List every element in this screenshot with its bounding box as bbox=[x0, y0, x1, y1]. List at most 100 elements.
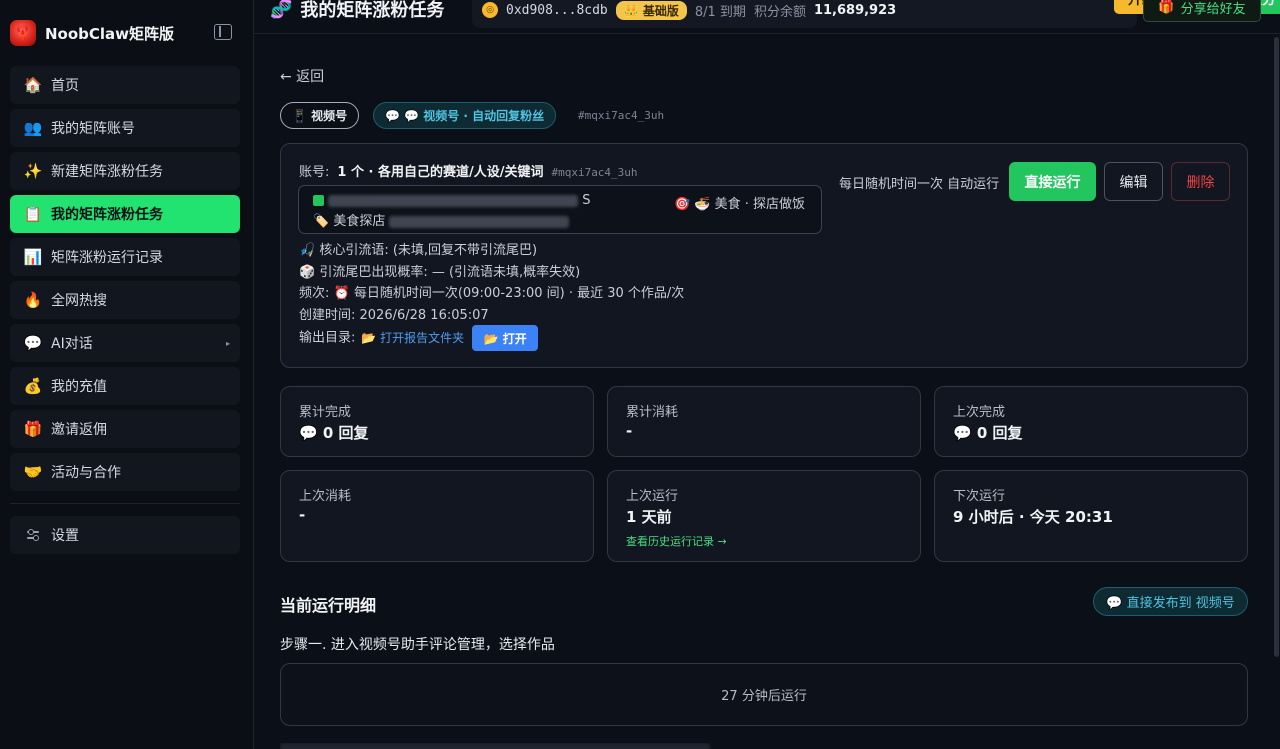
sidebar-item-label: 首页 bbox=[51, 78, 79, 94]
step-1-title: 步骤一. 进入视频号助手评论管理，选择作品 bbox=[280, 637, 555, 653]
sidebar-item-label: 邀请返佣 bbox=[51, 422, 107, 438]
stat-label: 上次完成 bbox=[953, 405, 1006, 420]
sidebar-item-label: 我的矩阵账号 bbox=[51, 121, 135, 137]
stat-last-run: 上次运行 1 天前 查看历史运行记录 → bbox=[607, 470, 921, 562]
stat-value: - bbox=[626, 422, 633, 440]
delete-button[interactable]: 删除 bbox=[1171, 162, 1230, 201]
chat-bubble-icon: 💬 bbox=[23, 334, 43, 352]
account-value: 1 个 · 各用自己的赛道/人设/关键词 bbox=[337, 165, 544, 180]
run-now-button[interactable]: 直接运行 bbox=[1009, 162, 1096, 201]
money-bag-icon: 💰 bbox=[23, 377, 43, 395]
created-time: 创建时间: 2026/6/28 16:05:07 bbox=[299, 308, 489, 323]
account-tags-redacted bbox=[389, 215, 570, 228]
account-name-row: S bbox=[313, 193, 591, 208]
stat-label: 上次运行 bbox=[626, 489, 679, 504]
gift-icon: 🎁 bbox=[23, 420, 43, 438]
sidebar-item-trending[interactable]: 🔥 全网热搜 bbox=[10, 281, 240, 319]
main-content: ← 返回 📱 视频号 💬 💬 视频号 · 自动回复粉丝 #mqxi7ac4_3u… bbox=[254, 35, 1280, 749]
plan-badge: 👑 基础版 bbox=[615, 0, 687, 20]
clipboard-icon: 📋 bbox=[23, 205, 43, 223]
stat-value: 💬 0 回复 bbox=[299, 424, 369, 442]
fire-icon: 🔥 bbox=[23, 291, 43, 309]
step-1-status-box: 27 分钟后运行 bbox=[280, 663, 1248, 726]
account-name-redacted bbox=[328, 194, 579, 207]
wallet-bar: ◎ 0xd908...8cdb 👑 基础版 8/1 到期 积分余额 11,689… bbox=[472, 0, 1280, 28]
output-dir-row: 输出目录: 📂 打开报告文件夹 📂 打开 bbox=[299, 325, 539, 351]
stat-value: 9 小时后 · 今天 20:31 bbox=[953, 508, 1113, 526]
account-tags-row: 🏷️ 美食探店 bbox=[313, 210, 570, 229]
bar-chart-icon: 📊 bbox=[23, 248, 43, 266]
stat-total-completed: 累计完成 💬 0 回复 bbox=[280, 386, 594, 457]
account-task-id: #mqxi7ac4_3uh bbox=[551, 166, 638, 179]
sidebar-item-run-records[interactable]: 📊 矩阵涨粉运行记录 bbox=[10, 238, 240, 276]
sidebar-divider bbox=[10, 503, 240, 504]
stat-label: 累计完成 bbox=[299, 405, 352, 420]
stat-total-cost: 累计消耗 - bbox=[607, 386, 921, 457]
sidebar-item-label: 活动与合作 bbox=[51, 465, 121, 481]
account-avatar-icon bbox=[313, 195, 324, 206]
plan-expiry: 8/1 到期 bbox=[694, 4, 746, 20]
tail-probability: 🎲 引流尾巴出现概率: — (引流语未填,概率失效) bbox=[299, 265, 581, 280]
account-category: 🎯 🍜 美食 · 探店做饭 bbox=[674, 197, 806, 212]
wallet-address[interactable]: 0xd908...8cdb bbox=[506, 3, 608, 18]
stat-label: 上次消耗 bbox=[299, 489, 352, 504]
caret-right-icon: ▸ bbox=[225, 338, 230, 348]
sidebar-item-home[interactable]: 🏠 首页 bbox=[10, 66, 240, 104]
sidebar-item-label: 矩阵涨粉运行记录 bbox=[51, 250, 163, 266]
account-row: 账号: 1 个 · 各用自己的赛道/人设/关键词 #mqxi7ac4_3uh bbox=[299, 161, 638, 180]
account-name-tail: S bbox=[582, 193, 591, 208]
coin-icon: ◎ bbox=[482, 2, 498, 18]
page-title-text: 我的矩阵涨粉任务 bbox=[300, 0, 445, 21]
stat-last-cost: 上次消耗 - bbox=[280, 470, 594, 562]
stat-label: 下次运行 bbox=[953, 489, 1006, 504]
balance-label: 积分余额 bbox=[753, 4, 806, 20]
frequency: 频次: ⏰ 每日随机时间一次(09:00-23:00 间) · 最近 30 个作… bbox=[299, 286, 685, 301]
sidebar-item-matrix-accounts[interactable]: 👥 我的矩阵账号 bbox=[10, 109, 240, 147]
home-icon: 🏠 bbox=[23, 76, 43, 94]
sidebar-item-label: AI对话 bbox=[51, 336, 93, 352]
publish-to-channels-button[interactable]: 💬 直接发布到 视频号 bbox=[1093, 587, 1248, 616]
sidebar: 🦞 NoobClaw矩阵版 🏠 首页 👥 我的矩阵账号 ✨ 新建矩阵涨粉任务 📋 我的矩… bbox=[0, 0, 254, 749]
brand-logo-icon: 🦞 bbox=[10, 20, 36, 46]
brand-name: NoobClaw矩阵版 bbox=[45, 24, 175, 43]
stat-label: 累计消耗 bbox=[626, 405, 679, 420]
account-tags: 🏷️ 美食探店 bbox=[313, 214, 386, 229]
back-link[interactable]: ← 返回 bbox=[280, 66, 324, 86]
sidebar-item-referral[interactable]: 🎁 邀请返佣 bbox=[10, 410, 240, 448]
sidebar-item-label: 新建矩阵涨粉任务 bbox=[51, 164, 163, 180]
sliders-icon bbox=[22, 529, 44, 541]
open-folder-button[interactable]: 📂 打开 bbox=[472, 325, 539, 351]
sparkles-icon: ✨ bbox=[23, 162, 43, 180]
schedule-text: 每日随机时间一次 自动运行 bbox=[839, 177, 1000, 192]
stat-last-completed: 上次完成 💬 0 回复 bbox=[934, 386, 1248, 457]
sidebar-nav: 🏠 首页 👥 我的矩阵账号 ✨ 新建矩阵涨粉任务 📋 我的矩阵涨粉任务 📊 矩阵涨粉运行记… bbox=[10, 66, 240, 559]
gift-icon: 🎁 bbox=[1158, 0, 1175, 15]
account-box: S 🎯 🍜 美食 · 探店做饭 🏷️ 美食探店 bbox=[298, 185, 822, 234]
sidebar-item-settings[interactable]: 设置 bbox=[10, 516, 240, 554]
edit-button[interactable]: 编辑 bbox=[1104, 162, 1163, 201]
sidebar-item-new-task[interactable]: ✨ 新建矩阵涨粉任务 bbox=[10, 152, 240, 190]
sidebar-item-my-tasks[interactable]: 📋 我的矩阵涨粉任务 bbox=[10, 195, 240, 233]
run-history-link[interactable]: 查看历史运行记录 → bbox=[626, 533, 727, 549]
sidebar-item-partnership[interactable]: 🤝 活动与合作 bbox=[10, 453, 240, 491]
stat-value: 1 天前 bbox=[626, 508, 672, 526]
share-button[interactable]: 🎁 分享给好友 bbox=[1143, 0, 1261, 22]
step-1-status: 27 分钟后运行 bbox=[721, 689, 807, 704]
scrollbar[interactable] bbox=[1274, 37, 1279, 657]
open-report-folder-link[interactable]: 📂 打开报告文件夹 bbox=[361, 331, 464, 345]
balance-value: 11,689,923 bbox=[813, 2, 897, 18]
share-button-label: 分享给好友 bbox=[1180, 1, 1246, 17]
sidebar-item-label: 我的矩阵涨粉任务 bbox=[51, 207, 163, 223]
output-dir-label: 输出目录: bbox=[299, 330, 356, 346]
core-phrase: 🎣 核心引流语: (未填,回复不带引流尾巴) bbox=[299, 243, 538, 258]
sidebar-item-label: 全网热搜 bbox=[51, 293, 107, 309]
sidebar-item-ai-chat[interactable]: 💬 AI对话 ▸ bbox=[10, 324, 240, 362]
stat-value: - bbox=[299, 506, 306, 524]
top-bar: 🧬 我的矩阵涨粉任务 ◎ 0xd908...8cdb 👑 基础版 8/1 到期 … bbox=[254, 0, 1280, 34]
page-title: 🧬 我的矩阵涨粉任务 bbox=[270, 0, 444, 22]
task-id: #mqxi7ac4_3uh bbox=[578, 109, 665, 122]
stat-value: 💬 0 回复 bbox=[953, 424, 1023, 442]
users-icon: 👥 bbox=[23, 119, 43, 137]
sidebar-toggle-icon[interactable] bbox=[214, 24, 232, 40]
sidebar-item-recharge[interactable]: 💰 我的充值 bbox=[10, 367, 240, 405]
